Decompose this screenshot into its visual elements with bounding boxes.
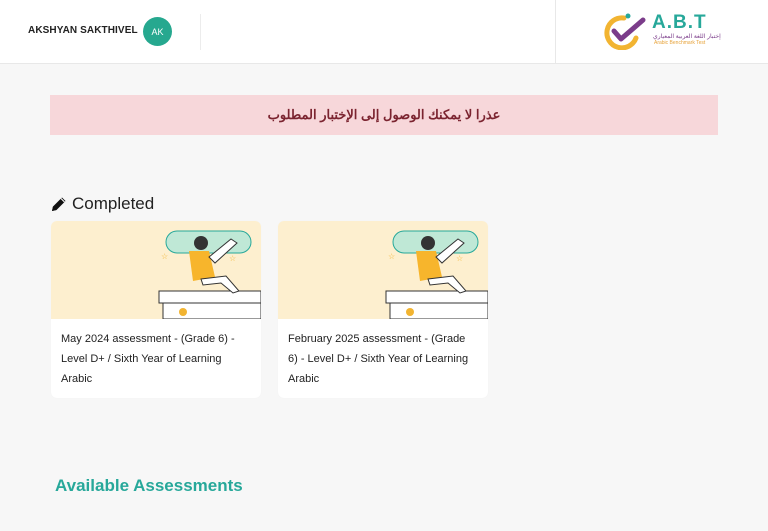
card-title: May 2024 assessment - (Grade 6) - Level … — [61, 333, 235, 385]
completed-heading-text: Completed — [72, 194, 155, 213]
header-divider — [555, 0, 556, 64]
avatar[interactable]: AK — [143, 17, 172, 46]
assessment-card[interactable]: ☆ ☆ May 2024 assessment - (Grade 6) - Le… — [51, 221, 261, 398]
access-denied-alert: عذرا لا يمكنك الوصول إلى الإختبار المطلو… — [50, 95, 718, 135]
svg-text:☆: ☆ — [456, 254, 463, 263]
logo-english-text: Arabic Benchmark Test — [654, 40, 706, 46]
card-image: ☆ ☆ — [278, 221, 488, 320]
svg-text:☆: ☆ — [388, 252, 395, 261]
completed-heading: Completed — [50, 194, 154, 214]
alert-message: عذرا لا يمكنك الوصول إلى الإختبار المطلو… — [267, 107, 501, 122]
logo-mark-icon — [604, 13, 646, 50]
card-image: ☆ ☆ — [51, 221, 261, 320]
pencil-icon — [52, 197, 66, 211]
logo-text: A.B.T — [652, 12, 707, 33]
avatar-initials: AK — [151, 26, 164, 37]
available-assessments-heading: Available Assessments — [55, 476, 243, 495]
abt-logo[interactable]: A.B.T إختبار اللغة العربية المعياري Arab… — [600, 12, 725, 50]
assessment-card[interactable]: ☆ ☆ February 2025 assessment - (Grade 6)… — [278, 221, 488, 398]
logo-arabic-text: إختبار اللغة العربية المعياري — [653, 34, 721, 40]
student-telescope-illustration-icon: ☆ ☆ — [385, 230, 488, 320]
svg-text:☆: ☆ — [161, 252, 168, 261]
svg-text:☆: ☆ — [229, 254, 236, 263]
user-name[interactable]: AKSHYAN SAKTHIVEL — [28, 25, 138, 36]
top-header: AKSHYAN SAKTHIVEL AK A.B.T إختبار اللغة … — [0, 0, 768, 64]
card-title: February 2025 assessment - (Grade 6) - L… — [288, 333, 469, 385]
student-telescope-illustration-icon: ☆ ☆ — [158, 230, 261, 320]
header-divider — [200, 14, 201, 50]
